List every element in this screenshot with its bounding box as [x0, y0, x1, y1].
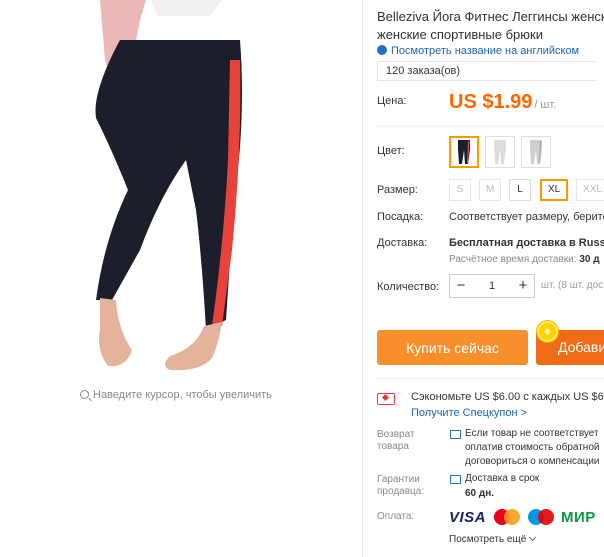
return-policy-icon: [450, 430, 461, 439]
quantity-increment-button[interactable]: +: [512, 275, 534, 297]
seller-guarantee-text-2: 60 дн.: [465, 488, 495, 499]
mastercard-logo: [493, 508, 521, 526]
delivery-truck-icon: [450, 475, 461, 484]
color-swatch-black[interactable]: [449, 136, 479, 168]
size-option-l[interactable]: L: [509, 179, 531, 201]
translate-title-label[interactable]: Посмотреть название на английском: [391, 45, 579, 57]
quantity-label: Количество:: [377, 281, 440, 293]
product-details: Belleziva Йога Фитнес Леггинсы женские ж…: [363, 0, 604, 557]
coupon-promo: Сэкономьте US $6.00 с каждых US $65.00 П…: [377, 381, 604, 421]
foot-left: [99, 298, 132, 367]
magnifier-icon: [80, 390, 89, 399]
price: US $1.99/ шт.: [449, 91, 556, 114]
maestro-logo: [527, 508, 555, 526]
title-line-2: женские спортивные брюки: [377, 27, 543, 42]
size-option-xl[interactable]: XL: [540, 179, 569, 201]
color-label: Цвет:: [377, 145, 405, 157]
mir-logo: МИР: [561, 508, 596, 526]
quantity-availability: шт. (8 шт. дос: [541, 280, 604, 291]
shipping-time: Расчётное время доставки: 30 д: [449, 254, 600, 265]
price-value: US $1.99: [449, 91, 533, 113]
chevron-down-icon: [529, 533, 537, 542]
color-swatch-light[interactable]: [485, 136, 515, 168]
quantity-decrement-button[interactable]: −: [450, 275, 472, 297]
coupon-save-text: Сэкономьте US $6.00 с каждых US $65.00: [411, 391, 604, 403]
visa-logo: VISA: [449, 508, 487, 526]
shipping-time-label: Расчётное время доставки:: [449, 254, 577, 265]
title-line-1: Belleziva Йога Фитнес Леггинсы женские: [377, 9, 604, 24]
get-coupon-link[interactable]: Получите Спецкупон >: [411, 407, 527, 419]
translate-title-link[interactable]: Посмотреть название на английском: [377, 45, 579, 57]
size-option-s[interactable]: S: [449, 179, 471, 201]
payment-label: Оплата:: [377, 511, 415, 522]
shipping-label: Доставка:: [377, 237, 428, 249]
coin-icon: [537, 321, 558, 342]
globe-icon: [377, 45, 387, 55]
zoom-hint-text: Наведите курсор, чтобы увеличить: [93, 389, 272, 401]
see-more-label[interactable]: Посмотреть ещё: [449, 534, 526, 545]
zoom-hint: Наведите курсор, чтобы увеличить: [80, 389, 272, 401]
fit-label: Посадка:: [377, 211, 424, 223]
seller-guarantee-text-1: Доставка в срок: [465, 473, 540, 484]
quantity-stepper: − 1 +: [449, 274, 535, 298]
legging-thumbnail-icon: [494, 140, 506, 164]
divider: [377, 378, 604, 379]
seller-guarantee-label: Гарантии продавца:: [377, 474, 425, 497]
buy-now-button[interactable]: Купить сейчас: [377, 330, 528, 365]
fit-value: Соответствует размеру, берите с: [449, 211, 604, 223]
quantity-input[interactable]: 1: [472, 280, 512, 292]
return-label: Возврат товара: [377, 429, 415, 452]
product-title: Belleziva Йога Фитнес Леггинсы женские ж…: [377, 8, 604, 44]
price-label: Цена:: [377, 95, 407, 107]
product-image-area[interactable]: Наведите курсор, чтобы увеличить: [0, 0, 362, 557]
size-label: Размер:: [377, 184, 418, 196]
shipping-time-value: 30 д: [579, 254, 600, 265]
size-option-m[interactable]: M: [479, 179, 502, 201]
return-text-3: договориться о компенсации: [465, 456, 600, 467]
see-more-payments-link[interactable]: Посмотреть ещё: [449, 533, 537, 545]
divider: [377, 126, 604, 127]
legging-thumbnail-icon: [530, 140, 542, 164]
foot-right: [165, 322, 222, 371]
product-photo[interactable]: [0, 0, 362, 380]
coupon-icon: [377, 393, 395, 405]
legging-thumbnail-icon: [458, 140, 470, 164]
orders-count: 120 заказа(ов): [377, 61, 597, 81]
price-unit: / шт.: [534, 99, 557, 111]
return-text-2: оплатив стоимость обратной: [465, 442, 600, 453]
return-text-1: Если товар не соответствует: [465, 428, 599, 439]
size-option-xxl[interactable]: XXL: [576, 179, 604, 201]
shipping-value[interactable]: Бесплатная доставка в Russian: [449, 237, 604, 249]
color-swatch-gray[interactable]: [521, 136, 551, 168]
